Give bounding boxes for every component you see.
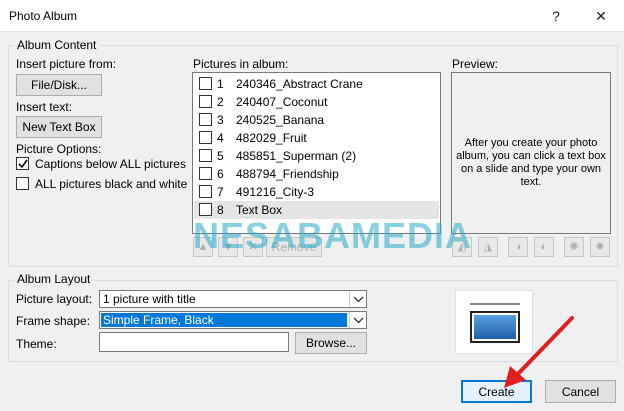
help-button[interactable]: ? [543, 4, 569, 28]
picture-name: 240525_Banana [236, 113, 325, 127]
insert-text-label: Insert text: [16, 100, 73, 114]
list-item[interactable]: 2 240407_Coconut [194, 93, 439, 111]
checkmark-icon [18, 159, 28, 169]
pictures-in-album-label: Pictures in album: [193, 57, 289, 71]
picture-name: 482029_Fruit [236, 131, 307, 145]
picture-checkbox[interactable] [199, 185, 212, 198]
contrast-up-icon[interactable]: ◑ [508, 237, 528, 257]
brightness-up-icon[interactable]: ✺ [564, 237, 584, 257]
frame-shape-select[interactable]: Simple Frame, Black [99, 311, 367, 329]
new-text-box-button[interactable]: New Text Box [16, 116, 102, 138]
picture-checkbox[interactable] [199, 95, 212, 108]
picture-number: 7 [217, 185, 224, 199]
picture-layout-value: 1 picture with title [103, 292, 196, 306]
album-content-label: Album Content [14, 38, 100, 52]
picture-checkbox[interactable] [199, 77, 212, 90]
captions-checkbox[interactable] [16, 157, 29, 170]
picture-layout-label: Picture layout: [16, 292, 93, 306]
picture-name: 485851_Superman (2) [236, 149, 357, 163]
file-disk-label: File/Disk... [30, 78, 87, 92]
preview-label: Preview: [452, 57, 499, 71]
picture-checkbox[interactable] [199, 149, 212, 162]
picture-number: 3 [217, 113, 224, 127]
black-white-checkbox[interactable] [16, 177, 29, 190]
file-disk-button[interactable]: File/Disk... [16, 74, 102, 96]
preview-pane: After you create your photo album, you c… [451, 72, 611, 234]
captions-option-label: Captions below ALL pictures [35, 157, 186, 171]
thumbnail-title-bar [470, 303, 520, 305]
chevron-down-icon[interactable] [349, 312, 366, 328]
picture-number: 2 [217, 95, 224, 109]
list-item[interactable]: 7 491216_City-3 [194, 183, 439, 201]
list-item[interactable]: 3 240525_Banana [194, 111, 439, 129]
picture-number: 6 [217, 167, 224, 181]
picture-options-label: Picture Options: [16, 142, 102, 156]
list-item[interactable]: 5 485851_Superman (2) [194, 147, 439, 165]
frame-shape-label: Frame shape: [16, 314, 91, 328]
new-text-box-label: New Text Box [22, 120, 96, 134]
picture-number: 4 [217, 131, 224, 145]
list-item[interactable]: 1 240346_Abstract Crane [194, 75, 439, 93]
picture-name: 488794_Friendship [236, 167, 339, 181]
contrast-down-icon[interactable]: ◐ [534, 237, 554, 257]
annotation-arrow-icon [504, 316, 574, 388]
brightness-down-icon[interactable]: ✹ [590, 237, 610, 257]
window-title: Photo Album [9, 9, 78, 23]
picture-checkbox[interactable] [199, 167, 212, 180]
browse-label: Browse... [305, 336, 356, 350]
title-bar: Photo Album ? ✕ [0, 0, 624, 32]
album-layout-label: Album Layout [14, 272, 94, 286]
black-white-option-label: ALL pictures black and white [35, 177, 188, 191]
theme-input[interactable] [99, 332, 289, 352]
frame-shape-value: Simple Frame, Black [101, 313, 347, 327]
picture-checkbox[interactable] [199, 131, 212, 144]
list-item[interactable]: 6 488794_Friendship [194, 165, 439, 183]
browse-button[interactable]: Browse... [295, 332, 367, 354]
picture-layout-select[interactable]: 1 picture with title [99, 290, 367, 308]
insert-picture-label: Insert picture from: [16, 57, 117, 71]
pictures-list[interactable]: 1 240346_Abstract Crane 2 240407_Coconut 3 24… [192, 72, 441, 234]
close-button[interactable]: ✕ [588, 4, 614, 28]
picture-number: 5 [217, 149, 224, 163]
rotate-right-icon[interactable]: ◮ [478, 237, 498, 257]
chevron-down-icon[interactable] [349, 291, 366, 307]
picture-name: 240346_Abstract Crane [236, 77, 363, 91]
preview-text: After you create your photo album, you c… [456, 137, 606, 188]
picture-name: 491216_City-3 [236, 185, 315, 199]
picture-checkbox[interactable] [199, 113, 212, 126]
watermark-logo: NESABAMEDIA [193, 215, 473, 256]
picture-name: 240407_Coconut [236, 95, 328, 109]
theme-label: Theme: [16, 337, 57, 351]
picture-number: 1 [217, 77, 224, 91]
list-item[interactable]: 4 482029_Fruit [194, 129, 439, 147]
